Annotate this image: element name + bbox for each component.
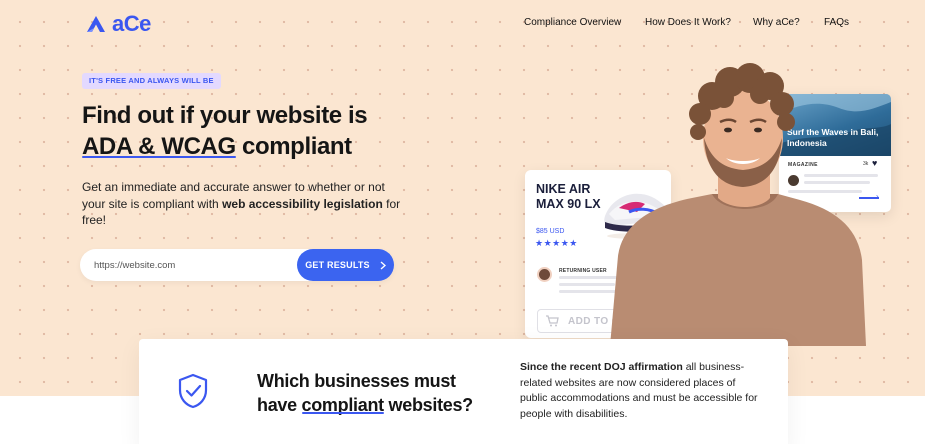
subtext-bold: web accessibility legislation	[222, 196, 383, 211]
hero-headline: Find out if your website is ADA & WCAG c…	[82, 100, 368, 162]
product-name: NIKE AIR MAX 90 LX	[536, 182, 601, 211]
nav-why-ace[interactable]: Why aCe?	[753, 17, 800, 28]
info-title-line-2: have compliant websites?	[257, 393, 473, 417]
info-title-highlight: compliant	[301, 395, 385, 415]
nav-how-does-it-work[interactable]: How Does It Work?	[645, 17, 731, 28]
reviewer-avatar	[537, 267, 552, 282]
info-title-pre: have	[257, 395, 302, 415]
shield-check-icon	[178, 373, 208, 409]
info-text: Since the recent DOJ affirmation all bus…	[520, 360, 765, 422]
nav-compliance-overview[interactable]: Compliance Overview	[524, 17, 621, 28]
hero-subtext: Get an immediate and accurate answer to …	[82, 179, 402, 229]
info-title: Which businesses must have compliant web…	[257, 369, 473, 417]
arrow-right-icon[interactable]: ›	[876, 193, 879, 201]
info-text-bold: Since the recent DOJ affirmation	[520, 361, 683, 373]
website-url-input[interactable]	[94, 249, 294, 281]
headline-highlight: ADA & WCAG	[82, 133, 236, 160]
info-title-post: websites?	[383, 395, 474, 415]
cart-icon	[546, 315, 559, 327]
info-title-line-1: Which businesses must	[257, 371, 456, 391]
rating-stars: ★★★★★	[535, 238, 578, 248]
free-badge: IT'S FREE AND ALWAYS WILL BE	[82, 73, 221, 89]
nav-faqs[interactable]: FAQs	[824, 17, 849, 28]
headline-rest: compliant	[235, 133, 352, 160]
info-panel: Which businesses must have compliant web…	[139, 339, 788, 444]
chevron-right-icon	[380, 260, 386, 270]
product-price: $85 USD	[536, 228, 565, 235]
headline-line-1: Find out if your website is	[82, 102, 368, 129]
url-check-form: GET RESULTS	[80, 249, 394, 281]
main-nav: Compliance Overview How Does It Work? Wh…	[0, 17, 925, 33]
headline-line-2: ADA & WCAG compliant	[82, 131, 367, 162]
person-photo	[610, 63, 866, 346]
heart-icon[interactable]: ♥	[872, 158, 877, 168]
get-results-label: GET RESULTS	[305, 260, 370, 270]
get-results-button[interactable]: GET RESULTS	[297, 249, 394, 281]
